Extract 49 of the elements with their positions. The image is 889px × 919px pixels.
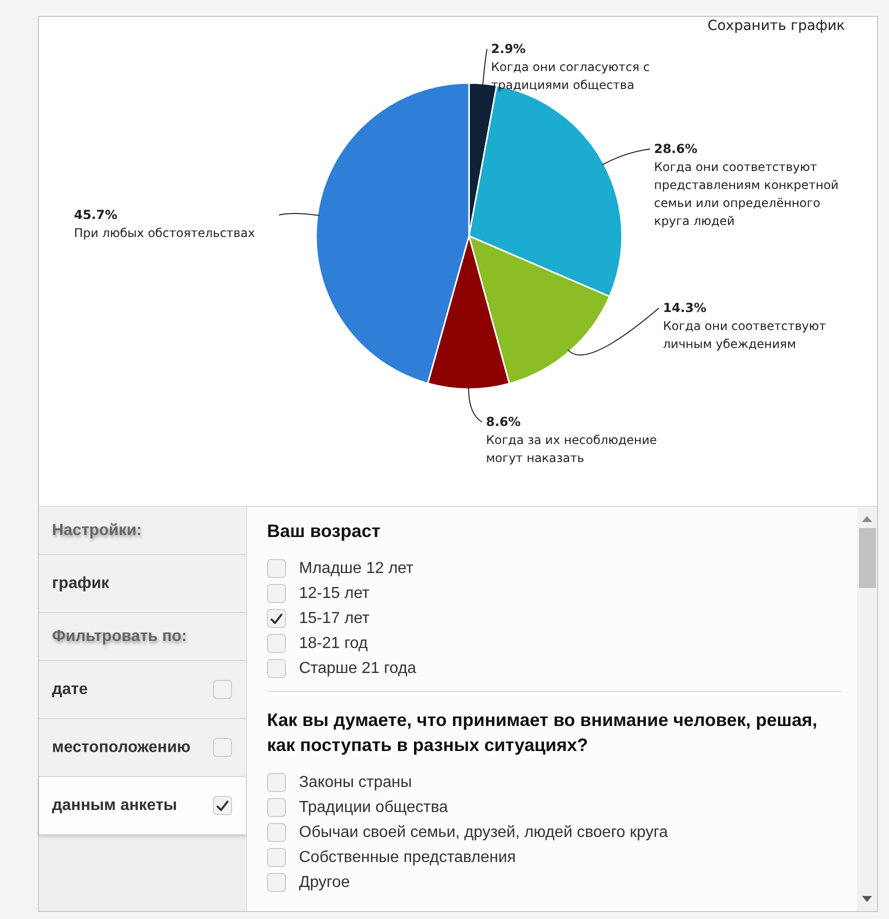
checkbox[interactable] <box>213 680 232 699</box>
leader-line <box>468 386 482 422</box>
leader-line <box>482 48 488 86</box>
checkbox[interactable] <box>267 634 286 653</box>
option-label: 12-15 лет <box>299 584 370 602</box>
data-label: 28.6% <box>654 141 698 156</box>
checkbox[interactable] <box>267 798 286 817</box>
checkbox[interactable] <box>267 848 286 867</box>
option-label: Младше 12 лет <box>299 560 414 578</box>
checkmark-icon <box>270 613 283 624</box>
checkbox[interactable] <box>267 823 286 842</box>
checkbox[interactable] <box>267 609 286 628</box>
checkbox[interactable] <box>267 873 286 892</box>
checkbox[interactable] <box>267 559 286 578</box>
checkbox[interactable] <box>213 738 232 757</box>
data-label: 8.6% <box>486 414 521 429</box>
scroll-down-icon[interactable] <box>862 896 872 902</box>
filter-label: местоположению <box>52 738 191 756</box>
option-label: Традиции общества <box>299 798 448 816</box>
data-label: 2.9% <box>491 41 526 56</box>
option-label: Собственные представления <box>299 848 516 866</box>
option-label: Законы страны <box>299 774 412 792</box>
category-label: Когда за их несоблюдение могут наказать <box>486 433 657 465</box>
category-label: При любых обстоятельствах <box>74 226 255 240</box>
scrollbar-thumb[interactable] <box>858 528 876 588</box>
save-chart-link[interactable]: Сохранить график <box>707 18 845 34</box>
option-label: Другое <box>299 874 350 892</box>
leader-line <box>278 213 320 216</box>
filter-label: дате <box>52 680 88 698</box>
checkbox[interactable] <box>267 659 286 678</box>
question-title: Как вы думаете, что принимает во внимание человек, решая, как поступать в разных ситуациях? <box>267 709 818 757</box>
option-label: Старше 21 года <box>299 660 416 678</box>
data-label: 14.3% <box>663 300 706 315</box>
leader-line <box>602 148 650 166</box>
option-label: Обычаи своей семьи, друзей, людей своего круга <box>299 824 668 842</box>
filter-item[interactable]: данным анкеты <box>39 777 246 835</box>
checkbox[interactable] <box>267 584 286 603</box>
category-label: Когда они соответствуют представлениям конкретной семьи или определённого круга людей <box>654 160 839 228</box>
checkbox[interactable] <box>267 773 286 792</box>
checkmark-icon <box>216 800 229 811</box>
scroll-up-icon[interactable] <box>862 516 872 522</box>
filter-label: данным анкеты <box>52 796 178 814</box>
option-label: 15-17 лет <box>299 610 370 628</box>
category-label: Когда они соответствуют личным убеждениям <box>663 319 826 351</box>
checkbox[interactable] <box>213 796 232 815</box>
option-label: 18-21 год <box>299 634 368 652</box>
question-title: Ваш возраст <box>267 520 382 543</box>
data-label: 45.7% <box>74 207 118 222</box>
scrollbar[interactable] <box>857 507 877 911</box>
